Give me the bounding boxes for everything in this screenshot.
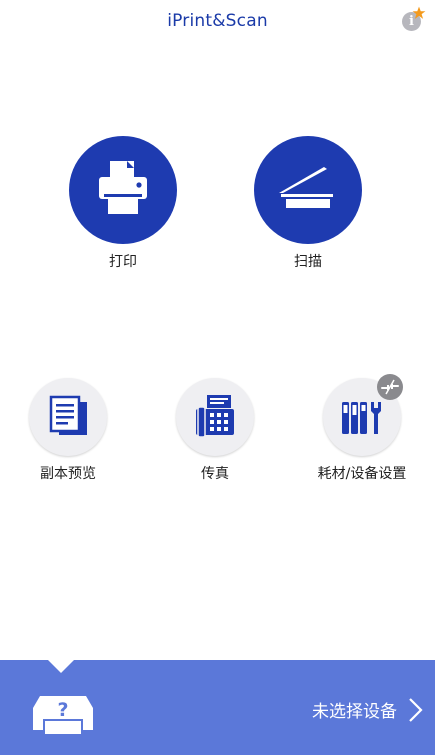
scan-label: 扫描 (294, 254, 322, 270)
scan-circle (254, 136, 362, 244)
connection-status-badge (377, 374, 403, 400)
copy-preview-button[interactable]: 副本预览 (8, 378, 128, 483)
unknown-printer-icon: ? (33, 696, 93, 736)
fax-circle (176, 378, 254, 456)
fax-button[interactable]: 传真 (155, 378, 275, 483)
fax-label: 传真 (201, 466, 229, 482)
svg-text:?: ? (57, 699, 68, 721)
print-button[interactable]: 打印 (68, 136, 178, 271)
print-label: 打印 (109, 254, 137, 270)
copy-preview-label: 副本预览 (40, 466, 96, 482)
print-circle (69, 136, 177, 244)
app-header: iPrint&Scan i (0, 0, 435, 44)
scan-button[interactable]: 扫描 (253, 136, 363, 271)
printer-icon (99, 161, 147, 214)
fax-icon (196, 395, 234, 438)
device-status-text[interactable]: 未选择设备 (312, 697, 397, 722)
supplies-settings-circle (323, 374, 403, 456)
app-title: iPrint&Scan (167, 11, 268, 31)
info-button[interactable]: i (400, 6, 426, 36)
scanner-icon (279, 167, 333, 208)
copy-preview-circle (29, 378, 107, 456)
copy-preview-icon (49, 395, 87, 435)
supplies-settings-label: 耗材/设备设置 (317, 466, 407, 482)
chevron-right-icon[interactable] (405, 697, 425, 723)
disconnected-icon (381, 379, 399, 395)
supplies-settings-button[interactable]: 耗材/设备设置 (302, 374, 422, 483)
footer-notch (48, 660, 74, 673)
star-icon (412, 6, 426, 19)
